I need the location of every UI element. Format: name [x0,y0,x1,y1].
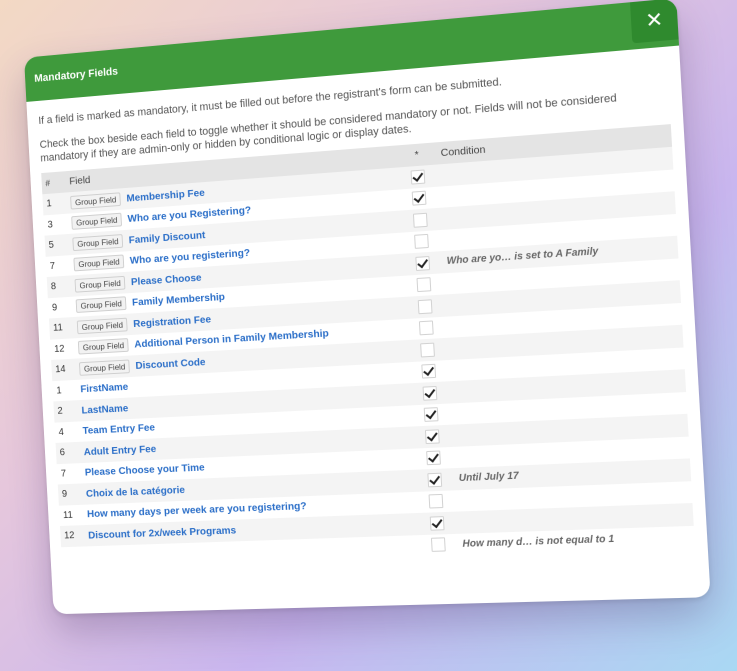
stage: Mandatory Fields ✕ If a field is marked … [0,0,737,671]
mandatory-cell [421,512,454,535]
row-number: 12 [60,525,85,547]
close-icon: ✕ [645,9,664,33]
field-link[interactable]: Membership Fee [126,187,205,205]
mandatory-cell [409,295,442,319]
group-field-badge: Group Field [76,296,127,313]
field-link[interactable]: Family Discount [128,229,205,246]
field-link[interactable]: Please Choose your Time [85,462,205,479]
mandatory-checkbox-checked[interactable] [412,191,427,206]
group-field-badge: Group Field [73,255,124,272]
field-link[interactable]: Registration Fee [133,313,211,329]
field-link[interactable]: Please Choose [131,272,202,288]
mandatory-cell [415,403,448,426]
row-number: 11 [59,504,84,526]
field-link[interactable]: FirstName [80,381,128,395]
mandatory-checkbox[interactable] [420,342,435,357]
row-number: 11 [49,317,74,339]
row-number: 7 [57,463,82,485]
group-field-badge: Group Field [75,276,126,293]
mandatory-checkbox-checked[interactable] [423,386,438,401]
modal-body: If a field is marked as mandatory, it mu… [26,46,707,568]
mandatory-cell [410,316,443,339]
mandatory-cell [417,447,450,470]
mandatory-cell [404,208,437,232]
group-field-badge: Group Field [70,192,121,209]
field-link[interactable]: LastName [81,402,128,416]
mandatory-cell [412,360,445,383]
field-link[interactable]: Choix de la catégorie [86,484,186,500]
mandatory-cell [411,338,444,361]
mandatory-checkbox-checked[interactable] [424,407,439,422]
row-number: 4 [54,421,79,443]
row-number: 1 [42,192,67,214]
mandatory-cell [401,165,434,189]
mandatory-cell [418,468,451,491]
group-field-badge: Group Field [77,317,128,334]
mandatory-cell [413,381,446,404]
mandatory-cell [405,230,438,254]
row-number: 9 [48,296,73,318]
row-number: 1 [52,379,77,401]
mandatory-checkbox[interactable] [417,277,432,292]
mandatory-cell [419,490,452,513]
mandatory-checkbox[interactable] [414,234,429,249]
mandatory-checkbox-checked[interactable] [411,169,426,184]
mandatory-fields-modal: Mandatory Fields ✕ If a field is marked … [24,0,711,614]
row-number: 9 [58,483,83,505]
field-link[interactable]: Discount Code [135,356,206,372]
header-mandatory: * [400,143,433,168]
mandatory-cell [403,186,436,210]
header-num: # [41,171,66,194]
row-number: 2 [53,400,78,422]
mandatory-cell [422,533,455,556]
mandatory-checkbox[interactable] [418,299,433,314]
group-field-badge: Group Field [72,234,123,251]
mandatory-cell [407,273,440,297]
field-link[interactable]: Discount for 2x/week Programs [88,524,237,541]
mandatory-checkbox[interactable] [413,212,428,227]
group-field-badge: Group Field [71,213,122,230]
mandatory-checkbox-checked[interactable] [426,451,441,466]
mandatory-cell [406,251,439,275]
mandatory-checkbox-checked[interactable] [427,472,442,487]
row-number: 12 [50,338,75,360]
fields-table: # Field * Condition 1 Group Field Membersh… [41,124,695,567]
mandatory-checkbox-checked[interactable] [421,364,436,379]
group-field-badge: Group Field [79,359,130,375]
row-number: 7 [46,255,71,277]
table-body: 1 Group Field Membership Fee 3 Group Field Wh… [42,147,695,568]
row-number: 8 [47,275,72,297]
mandatory-checkbox-checked[interactable] [425,429,440,444]
mandatory-checkbox-checked[interactable] [430,516,445,531]
close-button[interactable]: ✕ [630,0,679,43]
field-link[interactable]: Family Membership [132,291,225,308]
row-number: 3 [43,213,68,235]
modal-title: Mandatory Fields [34,66,118,85]
mandatory-checkbox-checked[interactable] [415,256,430,271]
row-number [61,546,86,568]
row-number: 5 [45,234,70,256]
field-link[interactable]: Adult Entry Fee [83,443,156,458]
field-link[interactable]: Team Entry Fee [82,422,155,437]
row-number: 14 [51,359,76,381]
group-field-badge: Group Field [78,338,129,354]
mandatory-cell [416,425,449,448]
mandatory-checkbox[interactable] [419,321,434,336]
mandatory-checkbox[interactable] [429,494,444,509]
row-number: 6 [56,442,81,464]
mandatory-checkbox[interactable] [431,538,446,553]
